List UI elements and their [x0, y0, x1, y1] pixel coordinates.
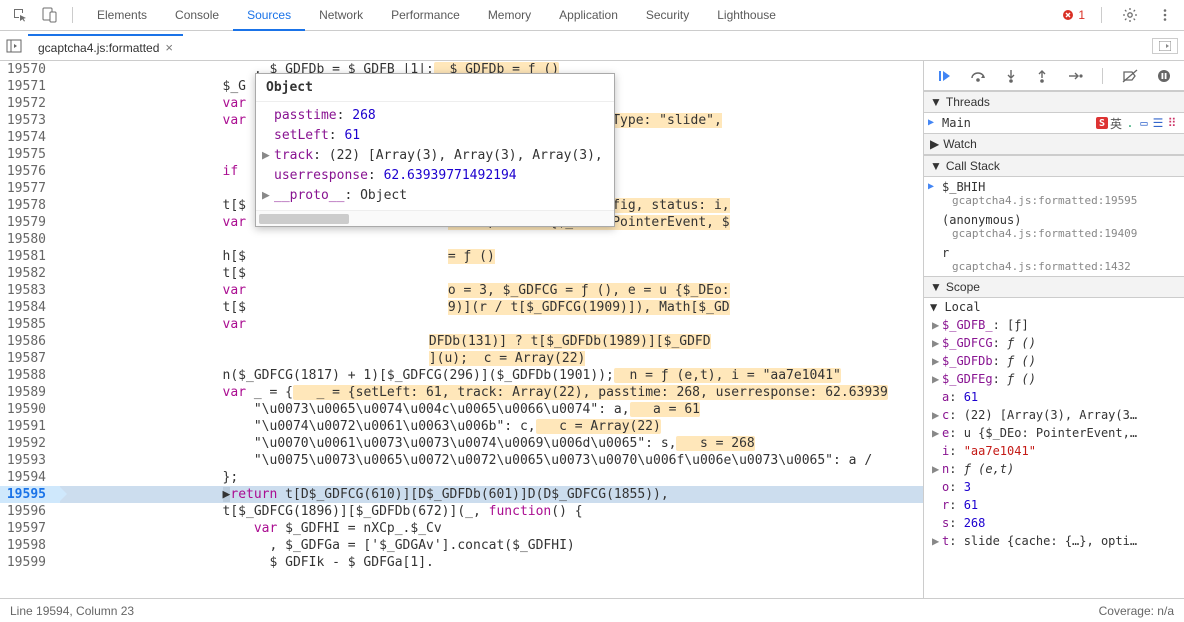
popup-title: Object: [256, 74, 614, 102]
watch-header[interactable]: ▶Watch: [924, 133, 1184, 155]
callstack-frame[interactable]: (anonymous)gcaptcha4.js:formatted:19409: [924, 210, 1184, 243]
code-line[interactable]: 19593 "\u0075\u0073\u0065\u0072\u0072\u0…: [0, 452, 923, 469]
debugger-toolbar: [924, 61, 1184, 91]
callstack-header[interactable]: ▼Call Stack: [924, 155, 1184, 177]
code-line[interactable]: 19599 $ GDFIk - $ GDFGa[1].: [0, 554, 923, 571]
popup-property[interactable]: ▶__proto__: Object: [274, 186, 612, 206]
popup-property[interactable]: ▶track: (22) [Array(3), Array(3), Array(…: [274, 146, 612, 166]
device-toolbar-icon[interactable]: [38, 3, 62, 27]
scope-variable[interactable]: ▶e: u {$_DEo: PointerEvent,…: [924, 424, 1184, 442]
code-line[interactable]: 19591 "\u0074\u0072\u0061\u0063\u006b": …: [0, 418, 923, 435]
debugger-sidebar: ▼Threads Main S 英 . ▭ ☰ ⠿ ▶Watch ▼Call S…: [924, 61, 1184, 598]
devtools-tabstrip: ElementsConsoleSourcesNetworkPerformance…: [0, 0, 1184, 31]
pause-exceptions-icon[interactable]: [1157, 69, 1171, 83]
scope-variable[interactable]: a: 61: [924, 388, 1184, 406]
code-line[interactable]: 19582 t[$: [0, 265, 923, 282]
scope-variable[interactable]: r: 61: [924, 496, 1184, 514]
close-icon[interactable]: ×: [165, 40, 173, 55]
tab-network[interactable]: Network: [305, 1, 377, 29]
gear-icon[interactable]: [1118, 3, 1142, 27]
scope-variable[interactable]: o: 3: [924, 478, 1184, 496]
scope-header[interactable]: ▼Scope: [924, 276, 1184, 298]
sources-subbar: gcaptcha4.js:formatted ×: [0, 31, 1184, 61]
step-icon[interactable]: [1067, 69, 1083, 83]
callstack-frame[interactable]: rgcaptcha4.js:formatted:1432: [924, 243, 1184, 276]
tab-performance[interactable]: Performance: [377, 1, 474, 29]
popup-scrollbar[interactable]: [256, 210, 614, 226]
file-tab[interactable]: gcaptcha4.js:formatted ×: [28, 34, 183, 59]
code-line[interactable]: 19598 , $_GDFGa = ['$_GDGAv'].concat($_G…: [0, 537, 923, 554]
separator: [1102, 68, 1103, 84]
scope-variable[interactable]: ▶n: ƒ (e,t): [924, 460, 1184, 478]
step-over-icon[interactable]: [970, 69, 986, 83]
object-hover-popup: Object passtime: 268setLeft: 61▶track: (…: [255, 73, 615, 227]
code-editor[interactable]: 19570 , $ GDFDb = $ GDFB |1|; $ GDFDb = …: [0, 61, 924, 598]
step-into-icon[interactable]: [1005, 69, 1017, 83]
scope-variable[interactable]: ▶t: slide {cache: {…}, opti…: [924, 532, 1184, 550]
scope-variable[interactable]: ▶$_GDFB_: [ƒ]: [924, 316, 1184, 334]
tab-elements[interactable]: Elements: [83, 1, 161, 29]
code-line[interactable]: 19587 ](u); c = Array(22): [0, 350, 923, 367]
cursor-position: Line 19594, Column 23: [10, 604, 134, 618]
popup-property[interactable]: passtime: 268: [274, 106, 612, 126]
thread-main[interactable]: Main S 英 . ▭ ☰ ⠿: [924, 113, 1184, 133]
code-line[interactable]: 19595 ▶return t[D$_GDFCG(610)][D$_GDFDb(…: [0, 486, 923, 503]
threads-header[interactable]: ▼Threads: [924, 91, 1184, 113]
deactivate-breakpoints-icon[interactable]: [1122, 69, 1138, 83]
code-line[interactable]: 19592 "\u0070\u0061\u0073\u0073\u0074\u0…: [0, 435, 923, 452]
error-count-number: 1: [1078, 8, 1085, 22]
code-line[interactable]: 19589 var _ = { _ = {setLeft: 61, track:…: [0, 384, 923, 401]
status-bar: Line 19594, Column 23 Coverage: n/a: [0, 598, 1184, 622]
tab-lighthouse[interactable]: Lighthouse: [703, 1, 790, 29]
scope-local-header[interactable]: ▼ Local: [924, 298, 1184, 316]
resume-icon[interactable]: [937, 69, 951, 83]
tab-console[interactable]: Console: [161, 1, 233, 29]
tab-sources[interactable]: Sources: [233, 1, 305, 31]
code-line[interactable]: 19588 n($_GDFCG(1817) + 1)[$_GDFCG(296)]…: [0, 367, 923, 384]
popup-property[interactable]: userresponse: 62.63939771492194: [274, 166, 612, 186]
popup-property[interactable]: setLeft: 61: [274, 126, 612, 146]
tab-memory[interactable]: Memory: [474, 1, 545, 29]
code-line[interactable]: 19586 DFDb(131)] ? t[$_GDFDb(1989)][$_GD…: [0, 333, 923, 350]
scope-variable[interactable]: ▶$_GDFCG: ƒ (): [924, 334, 1184, 352]
code-line[interactable]: 19597 var $_GDFHI = nXCp_.$_Cv: [0, 520, 923, 537]
code-line[interactable]: 19583 var o = 3, $_GDFCG = ƒ (), e = u {…: [0, 282, 923, 299]
code-line[interactable]: 19596 t[$_GDFCG(1896)][$_GDFDb(672)](_, …: [0, 503, 923, 520]
ime-indicator: S 英 . ▭ ☰ ⠿: [1096, 117, 1178, 129]
code-line[interactable]: 19584 t[$ 9)](r / t[$_GDFCG(1909)]), Mat…: [0, 299, 923, 316]
scope-variable[interactable]: ▶$_GDFEg: ƒ (): [924, 370, 1184, 388]
kebab-icon[interactable]: [1154, 4, 1176, 26]
error-count[interactable]: 1: [1062, 8, 1085, 22]
navigator-toggle-icon[interactable]: [6, 39, 22, 53]
scope-variable[interactable]: i: "aa7e1041": [924, 442, 1184, 460]
pager-icon[interactable]: [1152, 38, 1178, 54]
code-line[interactable]: 19590 "\u0073\u0065\u0074\u004c\u0065\u0…: [0, 401, 923, 418]
code-line[interactable]: 19585 var: [0, 316, 923, 333]
code-line[interactable]: 19580: [0, 231, 923, 248]
scope-variable[interactable]: s: 268: [924, 514, 1184, 532]
code-line[interactable]: 19581 h[$ = ƒ (): [0, 248, 923, 265]
code-line[interactable]: 19594 };: [0, 469, 923, 486]
separator: [72, 7, 73, 23]
separator: [1101, 7, 1102, 23]
inspect-icon[interactable]: [8, 3, 32, 27]
tab-security[interactable]: Security: [632, 1, 703, 29]
scope-variable[interactable]: ▶$_GDFDb: ƒ (): [924, 352, 1184, 370]
scope-variable[interactable]: ▶c: (22) [Array(3), Array(3…: [924, 406, 1184, 424]
step-out-icon[interactable]: [1036, 69, 1048, 83]
tab-application[interactable]: Application: [545, 1, 632, 29]
callstack-frame[interactable]: $_BHIHgcaptcha4.js:formatted:19595: [924, 177, 1184, 210]
file-tab-label: gcaptcha4.js:formatted: [38, 41, 159, 55]
coverage-status: Coverage: n/a: [1099, 604, 1174, 618]
